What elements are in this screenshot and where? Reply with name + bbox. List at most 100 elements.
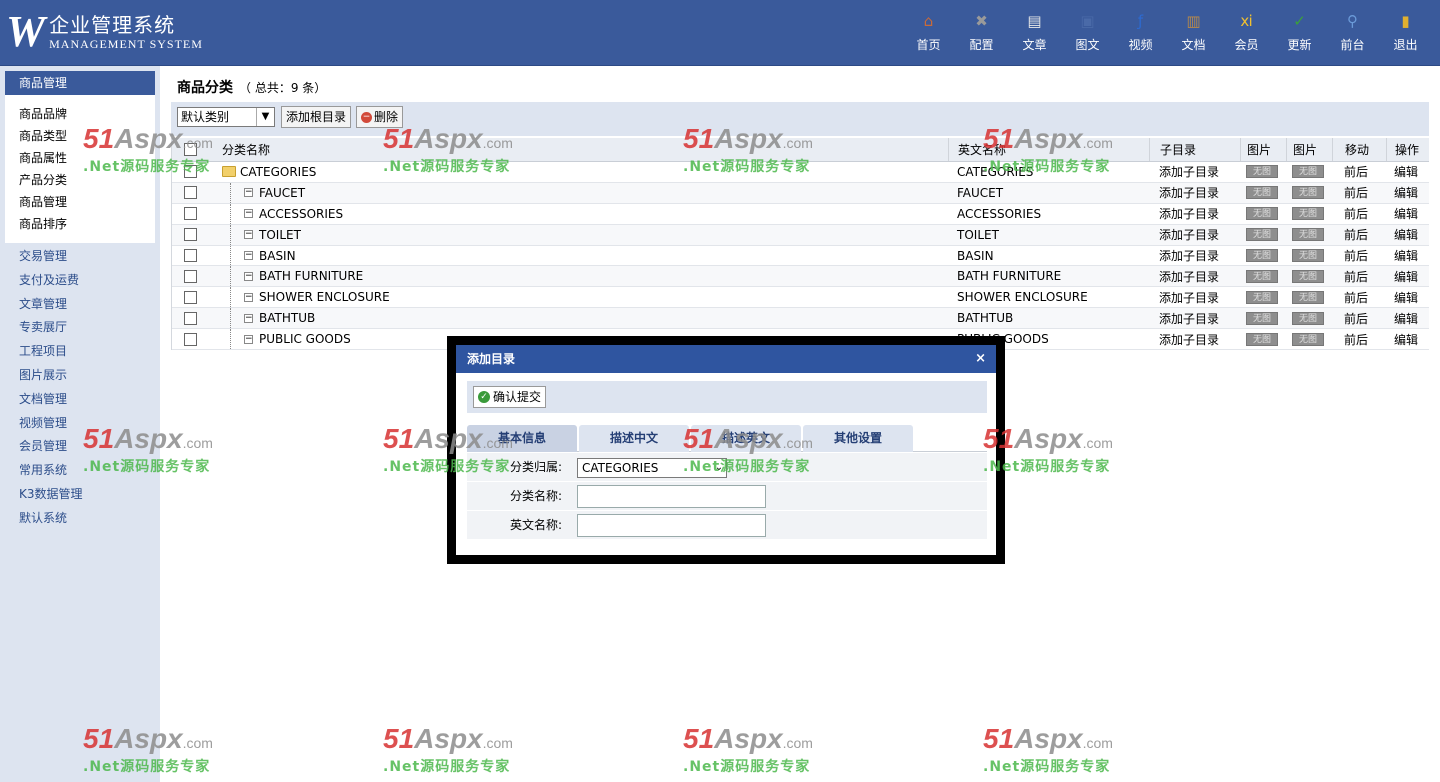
nav-item-3[interactable]: ▣ 图文	[1061, 8, 1114, 60]
no-image-button[interactable]: 无图	[1292, 249, 1324, 262]
nav-item-9[interactable]: ▮ 退出	[1379, 8, 1432, 60]
sidebar-item[interactable]: 图片展示	[19, 363, 83, 387]
move-link[interactable]: 前后	[1332, 246, 1368, 266]
sidebar-subitem[interactable]: 产品分类	[19, 169, 155, 191]
no-image-button[interactable]: 无图	[1292, 207, 1324, 221]
sidebar-subitem[interactable]: 商品品牌	[19, 103, 155, 125]
nav-item-1[interactable]: ✖ 配置	[955, 8, 1008, 60]
tab-0[interactable]: 基本信息	[467, 425, 577, 452]
nav-item-6[interactable]: ⅺ 会员	[1220, 8, 1273, 60]
no-image-button[interactable]: 无图	[1246, 269, 1278, 283]
edit-link[interactable]: 编辑	[1386, 225, 1418, 245]
edit-link[interactable]: 编辑	[1386, 204, 1418, 224]
collapse-icon[interactable]: −	[244, 188, 253, 198]
delete-button[interactable]: − 删除	[356, 106, 404, 128]
row-checkbox[interactable]	[184, 332, 197, 346]
collapse-icon[interactable]: −	[244, 334, 253, 344]
edit-link[interactable]: 编辑	[1386, 266, 1418, 286]
sidebar-item[interactable]: 文档管理	[19, 387, 83, 411]
add-subcategory-link[interactable]: 添加子目录	[1149, 183, 1219, 203]
add-subcategory-link[interactable]: 添加子目录	[1149, 204, 1219, 224]
sidebar-item[interactable]: 交易管理	[19, 244, 83, 268]
sidebar-item[interactable]: 工程项目	[19, 339, 83, 363]
english-name-input[interactable]	[577, 514, 766, 537]
row-checkbox[interactable]	[184, 165, 197, 179]
no-image-button[interactable]: 无图	[1246, 311, 1278, 325]
parent-select[interactable]: CATEGORIES ⌄	[577, 458, 727, 478]
nav-item-5[interactable]: ▥ 文档	[1167, 8, 1220, 60]
move-link[interactable]: 前后	[1332, 183, 1368, 203]
edit-link[interactable]: 编辑	[1386, 162, 1418, 182]
category-name-input[interactable]	[577, 485, 766, 508]
confirm-submit-button[interactable]: ✓ 确认提交	[473, 386, 547, 408]
add-subcategory-link[interactable]: 添加子目录	[1149, 162, 1219, 182]
move-link[interactable]: 前后	[1332, 287, 1368, 307]
nav-item-7[interactable]: ✓ 更新	[1273, 8, 1326, 60]
no-image-button[interactable]: 无图	[1246, 332, 1278, 346]
sidebar-item[interactable]: 会员管理	[19, 434, 83, 458]
tab-3[interactable]: 其他设置	[803, 425, 913, 452]
add-subcategory-link[interactable]: 添加子目录	[1149, 266, 1219, 286]
no-image-button[interactable]: 无图	[1292, 228, 1324, 242]
no-image-button[interactable]: 无图	[1292, 269, 1324, 283]
add-root-button[interactable]: 添加根目录	[281, 106, 352, 128]
edit-link[interactable]: 编辑	[1386, 329, 1418, 349]
no-image-button[interactable]: 无图	[1246, 228, 1278, 242]
sidebar-subitem[interactable]: 商品管理	[19, 191, 155, 213]
row-checkbox[interactable]	[184, 269, 197, 283]
move-link[interactable]: 前后	[1332, 225, 1368, 245]
no-image-button[interactable]: 无图	[1292, 311, 1324, 325]
move-link[interactable]: 前后	[1332, 266, 1368, 286]
no-image-button[interactable]: 无图	[1246, 207, 1278, 221]
row-checkbox[interactable]	[184, 228, 197, 242]
no-image-button[interactable]: 无图	[1246, 186, 1278, 200]
collapse-icon[interactable]: −	[244, 251, 253, 260]
collapse-icon[interactable]: −	[244, 271, 253, 281]
sidebar-subitem[interactable]: 商品属性	[19, 147, 155, 169]
add-subcategory-link[interactable]: 添加子目录	[1149, 246, 1219, 266]
sidebar-item[interactable]: K3数据管理	[19, 482, 83, 506]
no-image-button[interactable]: 无图	[1292, 290, 1324, 304]
sidebar-item[interactable]: 专卖展厅	[19, 315, 83, 339]
no-image-button[interactable]: 无图	[1246, 290, 1278, 304]
collapse-icon[interactable]: −	[244, 313, 253, 323]
add-subcategory-link[interactable]: 添加子目录	[1149, 329, 1219, 349]
edit-link[interactable]: 编辑	[1386, 183, 1418, 203]
nav-item-2[interactable]: ▤ 文章	[1008, 8, 1061, 60]
nav-item-0[interactable]: ⌂ 首页	[902, 8, 955, 60]
tab-2[interactable]: 描述英文	[691, 425, 801, 452]
close-icon[interactable]: ×	[975, 345, 986, 373]
nav-item-8[interactable]: ⚲ 前台	[1326, 8, 1379, 60]
move-link[interactable]: 前后	[1332, 204, 1368, 224]
edit-link[interactable]: 编辑	[1386, 308, 1418, 328]
edit-link[interactable]: 编辑	[1386, 246, 1418, 266]
sidebar-item[interactable]: 文章管理	[19, 292, 83, 316]
sidebar-item[interactable]: 默认系统	[19, 506, 83, 530]
row-checkbox[interactable]	[184, 290, 197, 304]
sidebar-item[interactable]: 常用系统	[19, 458, 83, 482]
no-image-button[interactable]: 无图	[1246, 249, 1278, 262]
no-image-button[interactable]: 无图	[1292, 186, 1324, 200]
sidebar-subitem[interactable]: 商品类型	[19, 125, 155, 147]
collapse-icon[interactable]: −	[244, 209, 253, 219]
row-checkbox[interactable]	[184, 311, 197, 325]
tab-1[interactable]: 描述中文	[579, 425, 689, 452]
add-subcategory-link[interactable]: 添加子目录	[1149, 287, 1219, 307]
nav-item-4[interactable]: ƒ 视频	[1114, 8, 1167, 60]
collapse-icon[interactable]: −	[244, 292, 253, 302]
no-image-button[interactable]: 无图	[1292, 332, 1324, 346]
add-subcategory-link[interactable]: 添加子目录	[1149, 308, 1219, 328]
sidebar-section-title[interactable]: 商品管理	[5, 71, 155, 95]
move-link[interactable]: 前后	[1332, 329, 1368, 349]
sidebar-item[interactable]: 支付及运费	[19, 268, 83, 292]
row-checkbox[interactable]	[184, 186, 197, 200]
add-subcategory-link[interactable]: 添加子目录	[1149, 225, 1219, 245]
row-checkbox[interactable]	[184, 207, 197, 221]
select-all-checkbox[interactable]	[184, 143, 197, 156]
edit-link[interactable]: 编辑	[1386, 287, 1418, 307]
sidebar-subitem[interactable]: 商品排序	[19, 213, 155, 235]
no-image-button[interactable]: 无图	[1292, 165, 1324, 179]
move-link[interactable]: 前后	[1332, 162, 1368, 182]
row-checkbox[interactable]	[184, 249, 197, 262]
category-select[interactable]: 默认类别 ▼	[177, 107, 275, 127]
